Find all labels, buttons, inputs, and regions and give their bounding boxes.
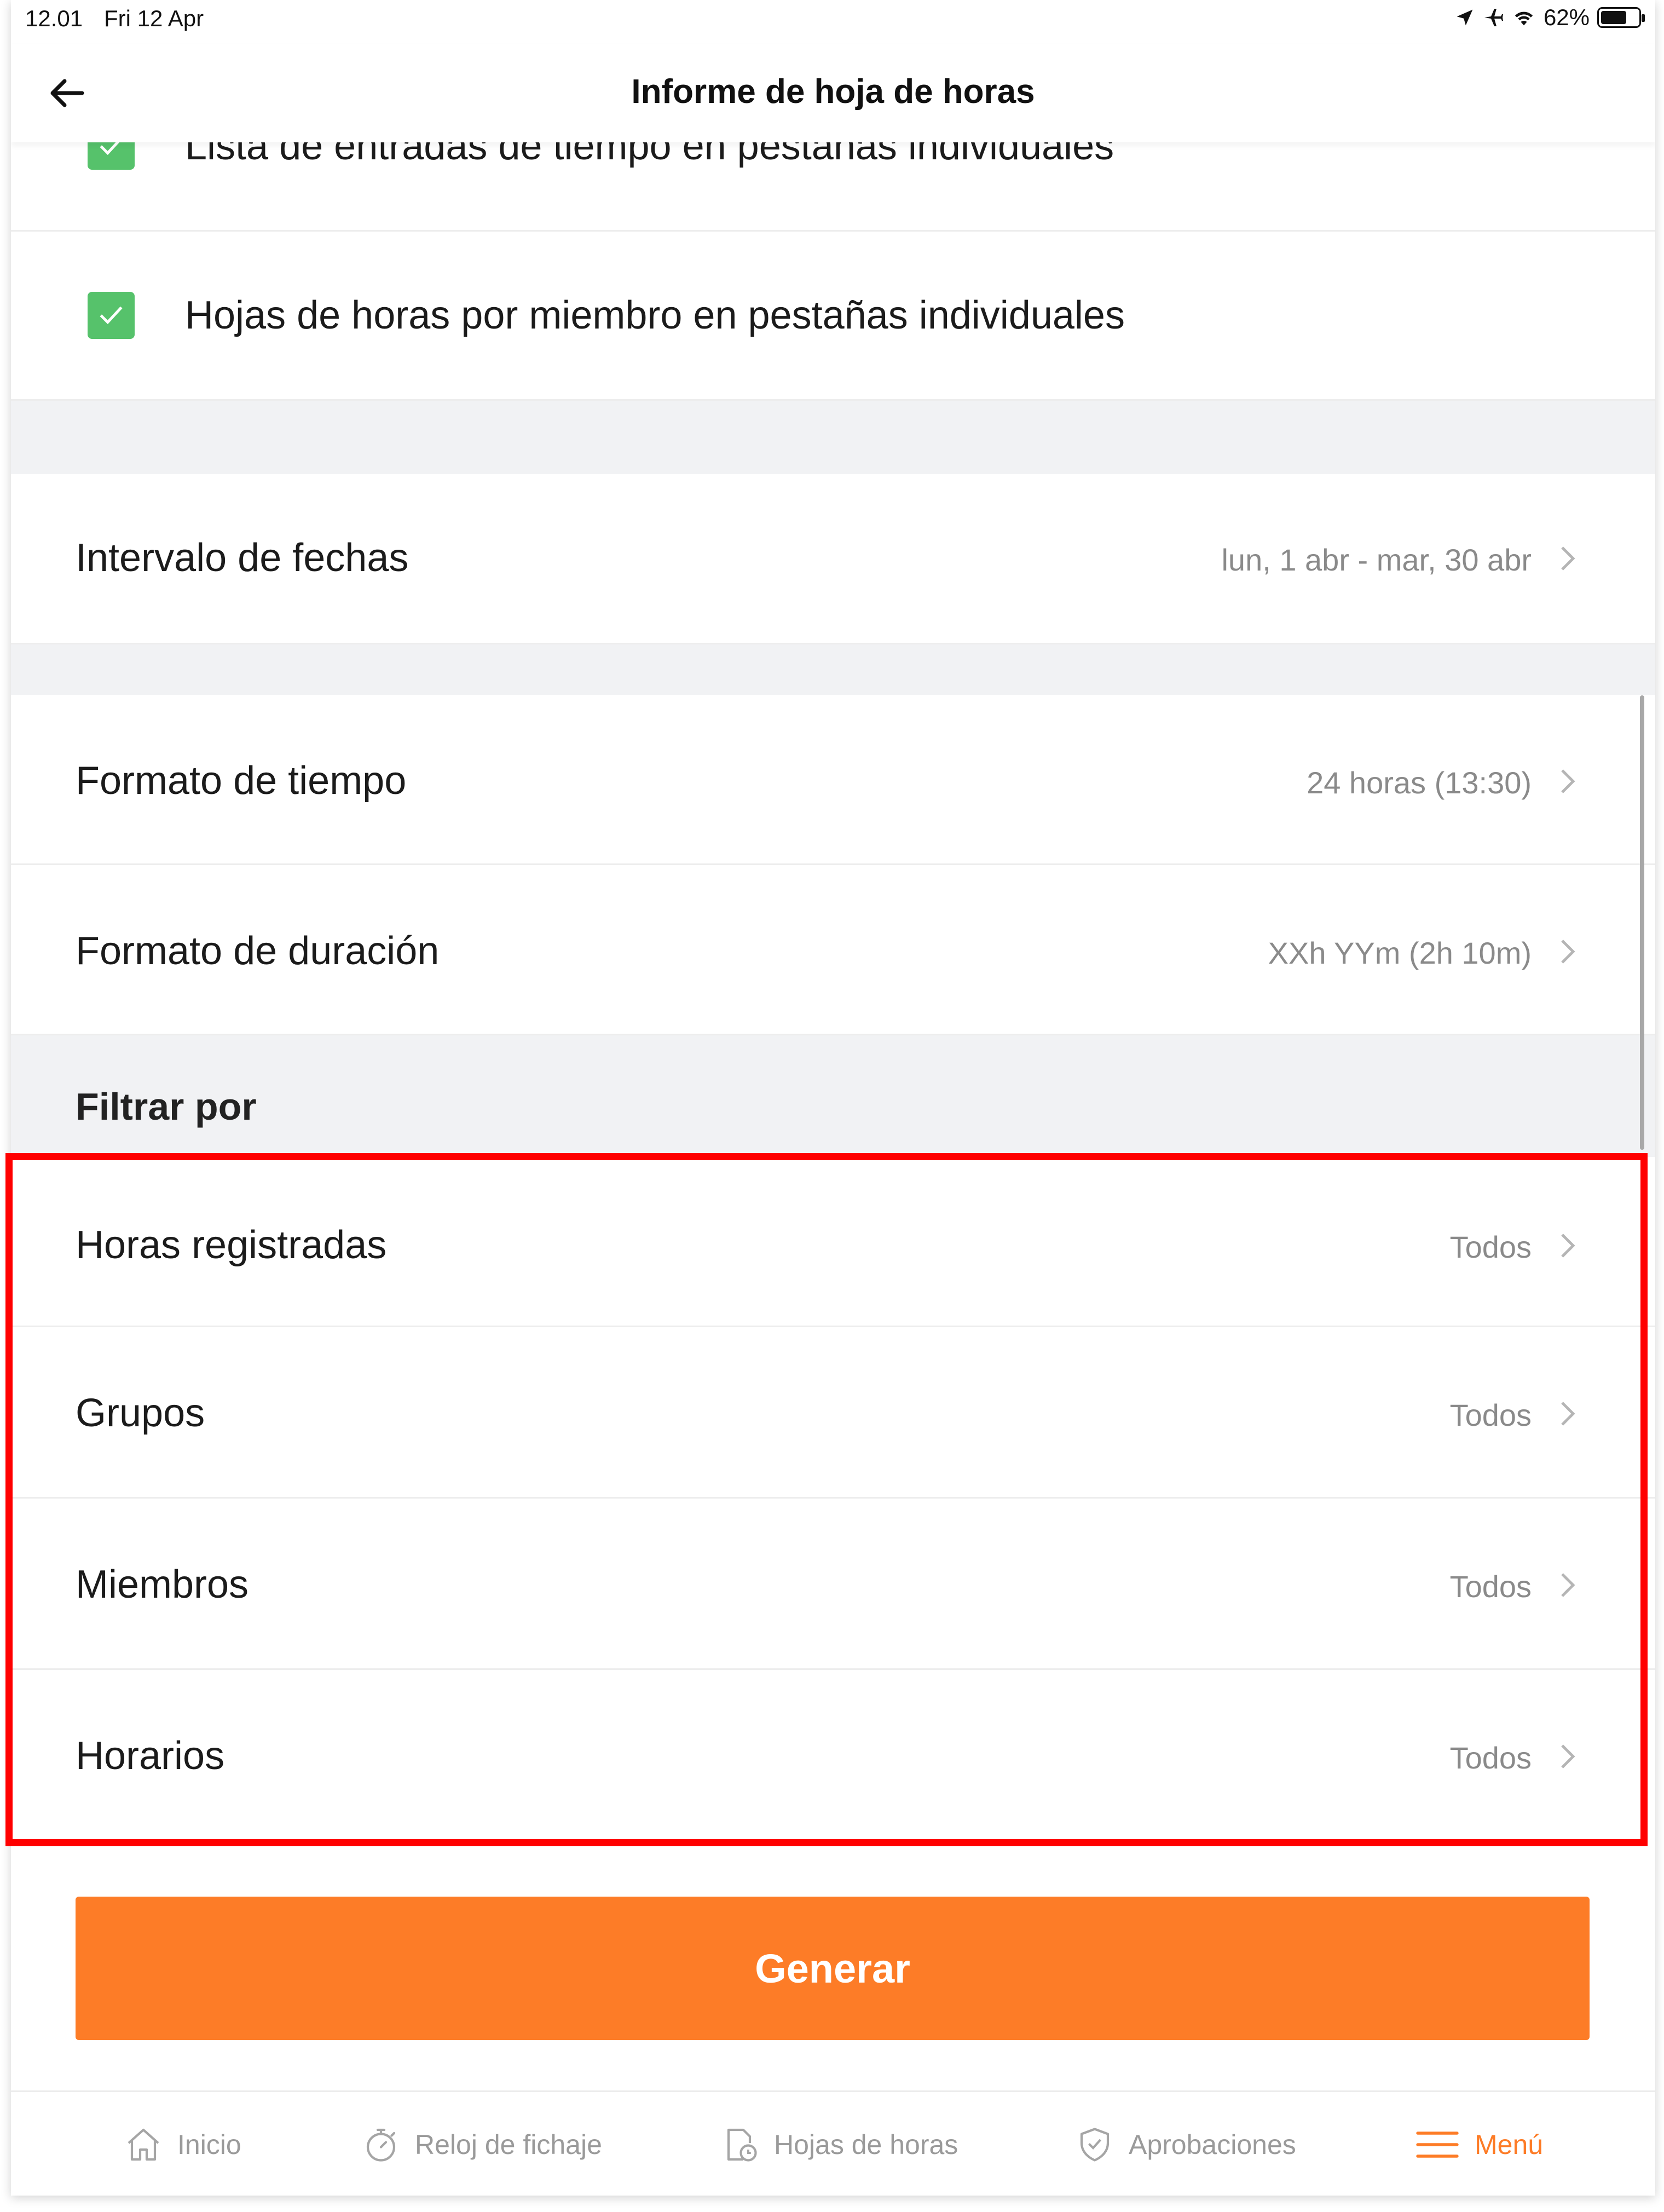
setting-value: XXh YYm (2h 10m) [1268, 936, 1532, 970]
chevron-right-icon [1561, 1234, 1575, 1258]
status-time: 12.01 [25, 5, 83, 31]
filter-label: Miembros [76, 1563, 249, 1606]
filter-row-members[interactable]: Miembros Todos [11, 1499, 1655, 1670]
report-settings-list: Lista de entradas de tiempo en pestañas … [11, 99, 1655, 1840]
filter-label: Horarios [76, 1734, 225, 1778]
chevron-right-icon [1561, 1402, 1575, 1426]
filter-value: Todos [1449, 1230, 1532, 1264]
filter-label: Grupos [76, 1391, 205, 1435]
tab-label: Hojas de horas [774, 2129, 958, 2160]
status-bar: 12.01 Fri 12 Apr 62% [11, 0, 1655, 44]
tab-aprobaciones[interactable]: Aprobaciones [1075, 2092, 1296, 2196]
filter-row-logged-hours[interactable]: Horas registradas Todos [11, 1157, 1655, 1327]
filter-label: Horas registradas [76, 1223, 387, 1267]
tab-label: Aprobaciones [1129, 2129, 1296, 2160]
chevron-right-icon [1561, 1573, 1575, 1597]
tab-menu[interactable]: Menú [1414, 2092, 1543, 2196]
tab-label: Menú [1475, 2129, 1544, 2160]
app-frame: 12.01 Fri 12 Apr 62% Informe de hoja de … [11, 0, 1655, 2196]
setting-label: Intervalo de fechas [76, 536, 409, 580]
filter-row-groups[interactable]: Grupos Todos [11, 1327, 1655, 1499]
tab-hojas-de-horas[interactable]: Hojas de horas [720, 2092, 958, 2196]
airplane-icon [1484, 9, 1503, 26]
filter-value: Todos [1449, 1569, 1532, 1604]
wifi-icon [1515, 11, 1533, 26]
setting-row-time-format[interactable]: Formato de tiempo 24 horas (13:30) [11, 695, 1655, 865]
hamburger-menu-icon [1416, 2132, 1459, 2158]
chevron-right-icon [1561, 940, 1575, 964]
section-gap [11, 644, 1655, 695]
battery-percent: 62% [1543, 4, 1590, 30]
location-icon [1457, 9, 1473, 26]
timesheet-icon [727, 2128, 757, 2162]
generate-button[interactable]: Generar [76, 1897, 1590, 2040]
chevron-right-icon [1561, 546, 1575, 571]
section-gap [11, 401, 1655, 474]
page-title: Informe de hoja de horas [631, 73, 1035, 111]
filter-row-schedules[interactable]: Horarios Todos [11, 1670, 1655, 1840]
shield-check-icon [1080, 2128, 1110, 2162]
tab-label: Reloj de fichaje [415, 2129, 602, 2160]
status-date: Fri 12 Apr [104, 5, 204, 31]
battery-icon [1597, 7, 1645, 28]
setting-row-date-range[interactable]: Intervalo de fechas lun, 1 abr - mar, 30… [11, 474, 1655, 644]
checkbox-label: Hojas de horas por miembro en pestañas i… [185, 293, 1125, 337]
filter-section-header: Filtrar por [11, 1035, 1655, 1157]
checkbox-row-per-member[interactable]: Hojas de horas por miembro en pestañas i… [11, 232, 1655, 401]
scrollbar[interactable] [1640, 695, 1644, 1150]
bottom-tab-bar: Inicio Reloj de fichaje Hojas de horas A… [11, 2090, 1655, 2196]
stopwatch-icon [366, 2128, 396, 2162]
setting-row-duration-format[interactable]: Formato de duración XXh YYm (2h 10m) [11, 865, 1655, 1035]
status-indicators: 62% [1455, 4, 1645, 31]
chevron-right-icon [1561, 1744, 1575, 1769]
checkbox-checked-icon[interactable] [88, 292, 135, 339]
tab-reloj-de-fichaje[interactable]: Reloj de fichaje [361, 2092, 602, 2196]
setting-value: 24 horas (13:30) [1307, 765, 1532, 800]
tab-inicio[interactable]: Inicio [124, 2092, 241, 2196]
filter-heading: Filtrar por [76, 1085, 257, 1128]
home-icon [128, 2128, 159, 2161]
tab-label: Inicio [177, 2129, 241, 2160]
filter-value: Todos [1449, 1741, 1532, 1775]
nav-header: Informe de hoja de horas [11, 44, 1655, 142]
setting-label: Formato de duración [76, 929, 440, 973]
chevron-right-icon [1561, 769, 1575, 793]
filter-value: Todos [1449, 1398, 1532, 1432]
setting-value: lun, 1 abr - mar, 30 abr [1221, 543, 1532, 577]
setting-label: Formato de tiempo [76, 759, 407, 803]
